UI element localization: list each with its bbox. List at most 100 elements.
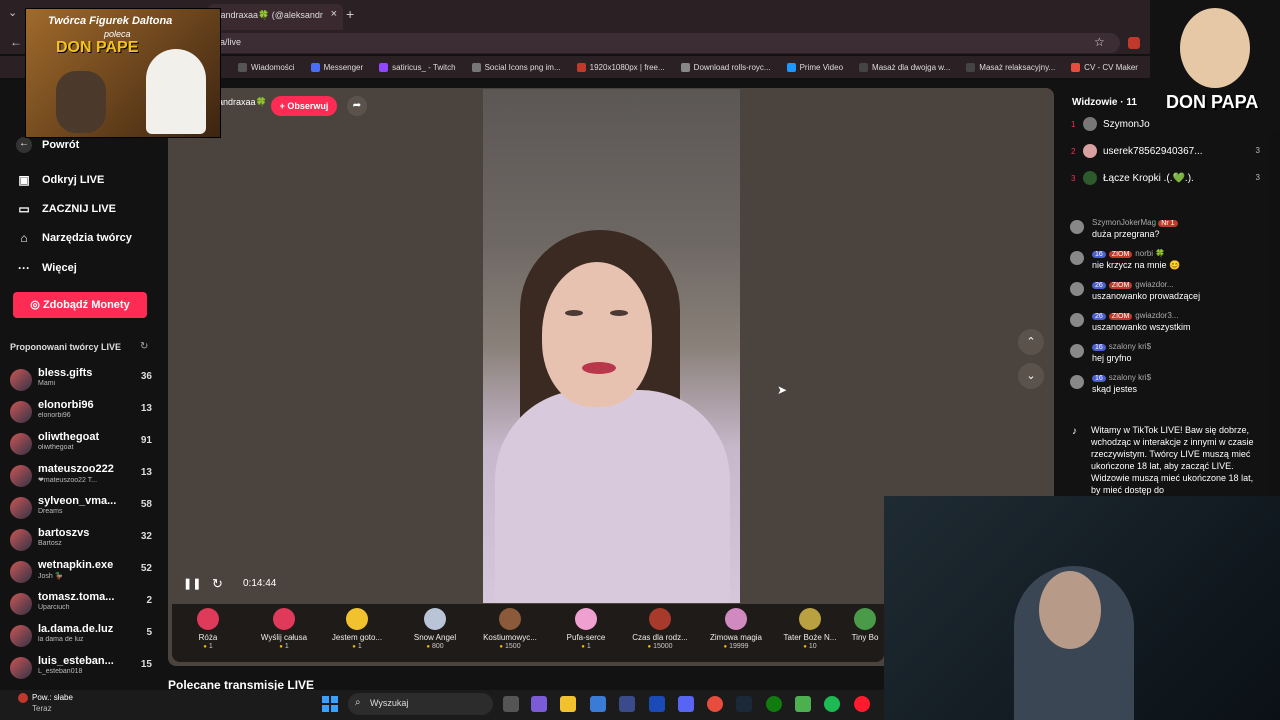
l-app-icon[interactable]	[649, 696, 665, 712]
sidebar-item-creator-tools[interactable]: ⌂ Narzędzia twórcy	[16, 231, 132, 245]
windows-start-icon[interactable]	[322, 696, 338, 712]
ranking-row[interactable]: 3 Łącze Kropki .(.💚.). 3	[1071, 171, 1266, 191]
share-icon[interactable]: ➦	[347, 96, 367, 116]
ranking-name: SzymonJo	[1103, 119, 1150, 130]
next-stream-button[interactable]: ⌄	[1018, 363, 1044, 389]
family-time-gift-icon	[649, 608, 671, 630]
file-explorer-icon[interactable]	[560, 696, 576, 712]
xbox-icon[interactable]	[766, 696, 782, 712]
pause-icon[interactable]: ❚❚	[183, 577, 201, 590]
arrow-left-icon: ←	[16, 137, 32, 153]
creator-item[interactable]: la.dama.de.luz la dama de luz 5	[10, 623, 152, 653]
sidebar-item-start-live[interactable]: ▭ ZACZNIJ LIVE	[16, 202, 116, 216]
bookmark-6[interactable]: Prime Video	[786, 62, 843, 72]
bookmark-label: Download rolls-royc...	[693, 62, 771, 72]
video-figure-eye	[610, 310, 628, 316]
bookmark-1[interactable]: Messenger	[310, 62, 363, 72]
avatar	[10, 593, 32, 615]
gift-item[interactable]: Snow Angel800	[401, 606, 469, 650]
fan-badge: ZIOM	[1108, 251, 1133, 258]
bookmark-0[interactable]: Wiadomości	[238, 62, 295, 72]
ranking-row[interactable]: 2 userek78562940367... 3	[1071, 144, 1266, 164]
creator-name: oliwthegoat	[38, 431, 100, 443]
creator-item[interactable]: luis_esteban... L_esteban018 15	[10, 655, 152, 685]
extension-icon[interactable]	[1128, 37, 1140, 49]
gift-item[interactable]: Tater Boże N...10	[776, 606, 844, 650]
store-icon[interactable]	[590, 696, 606, 712]
bookmark-star-icon[interactable]: ☆	[1094, 35, 1105, 49]
tiny-gift-icon	[854, 608, 876, 630]
creator-item[interactable]: bless.gifts Mami 36	[10, 367, 152, 397]
creator-item[interactable]: mateuszoo222 ❤mateuszoo22 T... 13	[10, 463, 152, 493]
previous-stream-button[interactable]: ⌃	[1018, 329, 1044, 355]
creator-item[interactable]: oliwthegoat oliwthegoat 91	[10, 431, 152, 461]
copilot-icon[interactable]	[531, 696, 547, 712]
gift-item[interactable]: Róża1	[174, 606, 242, 650]
spotify-icon[interactable]	[824, 696, 840, 712]
bookmark-3[interactable]: Social Icons png im...	[471, 62, 561, 72]
taskbar-search[interactable]: ⌕ Wyszukaj	[348, 693, 493, 715]
gift-item[interactable]: Zimowa magia19999	[702, 606, 770, 650]
sidebar-item-more[interactable]: ··· Więcej	[16, 261, 77, 275]
creator-item[interactable]: sylveon_vma... Dreams 58	[10, 495, 152, 525]
viewers-label[interactable]: Widzowie · 11	[1072, 97, 1137, 108]
creator-item[interactable]: wetnapkin.exe Josh 🦆 52	[10, 559, 152, 589]
gift-item[interactable]: Wyślij całusa1	[250, 606, 318, 650]
bookmark-8[interactable]: Masaż relaksacyjny...	[966, 62, 1056, 72]
viewer-count: 58	[140, 499, 152, 510]
host-name[interactable]: andraxaa🍀	[218, 97, 267, 108]
steam-icon[interactable]	[736, 696, 752, 712]
gift-item[interactable]: Czas dla rodz...15000	[626, 606, 694, 650]
bookmark-2[interactable]: satiricus_ - Twitch	[379, 62, 456, 72]
viewer-count: 91	[140, 435, 152, 446]
creator-item[interactable]: tomasz.toma... Uparciuch 2	[10, 591, 152, 621]
video-figure-eye	[565, 310, 583, 316]
gift-name: Zimowa magia	[709, 633, 762, 642]
refresh-icon[interactable]: ↻	[140, 341, 148, 352]
home-icon: ⌂	[20, 231, 28, 245]
chrome-icon[interactable]	[707, 696, 723, 712]
gift-item[interactable]: Jestem goto...1	[323, 606, 391, 650]
get-coins-button[interactable]: ◎ Zdobądź Monety	[13, 292, 147, 318]
bookmark-4[interactable]: 1920x1080px | free...	[576, 62, 665, 72]
sidebar-item-discover-live[interactable]: ▣ Odkryj LIVE	[16, 173, 104, 187]
browser-tab[interactable]: sandraxaa🍀 (@aleksandr ×	[208, 4, 343, 30]
creator-item[interactable]: bartoszvs Bartosz 32	[10, 527, 152, 557]
gift-item[interactable]: Tiny Bo	[846, 606, 884, 642]
chat-text: duża przegrana?	[1092, 229, 1160, 239]
bookmark-5[interactable]: Download rolls-royc...	[680, 62, 771, 72]
minecraft-icon[interactable]	[795, 696, 811, 712]
coin-icon: ◎	[30, 299, 43, 311]
task-view-icon[interactable]	[503, 696, 519, 712]
creator-name: luis_esteban...	[38, 655, 114, 667]
gift-item[interactable]: Pufa-serce1	[552, 606, 620, 650]
reload-icon[interactable]: ↻	[212, 576, 223, 592]
app-icon[interactable]	[619, 696, 635, 712]
creator-name: mateuszoo222	[38, 463, 114, 475]
avatar	[1070, 344, 1084, 358]
ranking-score: 3	[1255, 146, 1260, 155]
kiss-gift-icon	[273, 608, 295, 630]
back-link[interactable]: ← Powrót	[16, 137, 79, 153]
opera-icon[interactable]	[854, 696, 870, 712]
chat-text: uszanowanko prowadzącej	[1092, 291, 1201, 301]
creator-subtitle: Mami	[38, 380, 56, 387]
new-tab-icon[interactable]: +	[346, 6, 354, 22]
close-tab-icon[interactable]: ×	[331, 8, 337, 20]
tab-search-icon[interactable]: ⌄	[8, 6, 17, 19]
bookmark-label: Masaż relaksacyjny...	[979, 62, 1056, 72]
creator-item[interactable]: elonorbi96 elonorbi96 13	[10, 399, 152, 429]
bookmark-9[interactable]: CV - CV Maker	[1071, 62, 1138, 72]
avatar	[1070, 313, 1084, 327]
gift-item[interactable]: Kostiumowyc...1500	[476, 606, 544, 650]
back-icon[interactable]: ←	[10, 35, 22, 49]
follow-button[interactable]: + Obserwuj	[271, 96, 337, 116]
weather-widget[interactable]: Pow.: słabe Teraz	[18, 692, 73, 714]
discord-icon[interactable]	[678, 696, 694, 712]
gift-price: 15000	[626, 643, 694, 650]
creator-subtitle: Dreams	[38, 508, 63, 515]
video-figure-face	[542, 262, 652, 407]
rose-gift-icon	[197, 608, 219, 630]
avatar	[10, 497, 32, 519]
bookmark-7[interactable]: Masaż dla dwojga w...	[859, 62, 950, 72]
